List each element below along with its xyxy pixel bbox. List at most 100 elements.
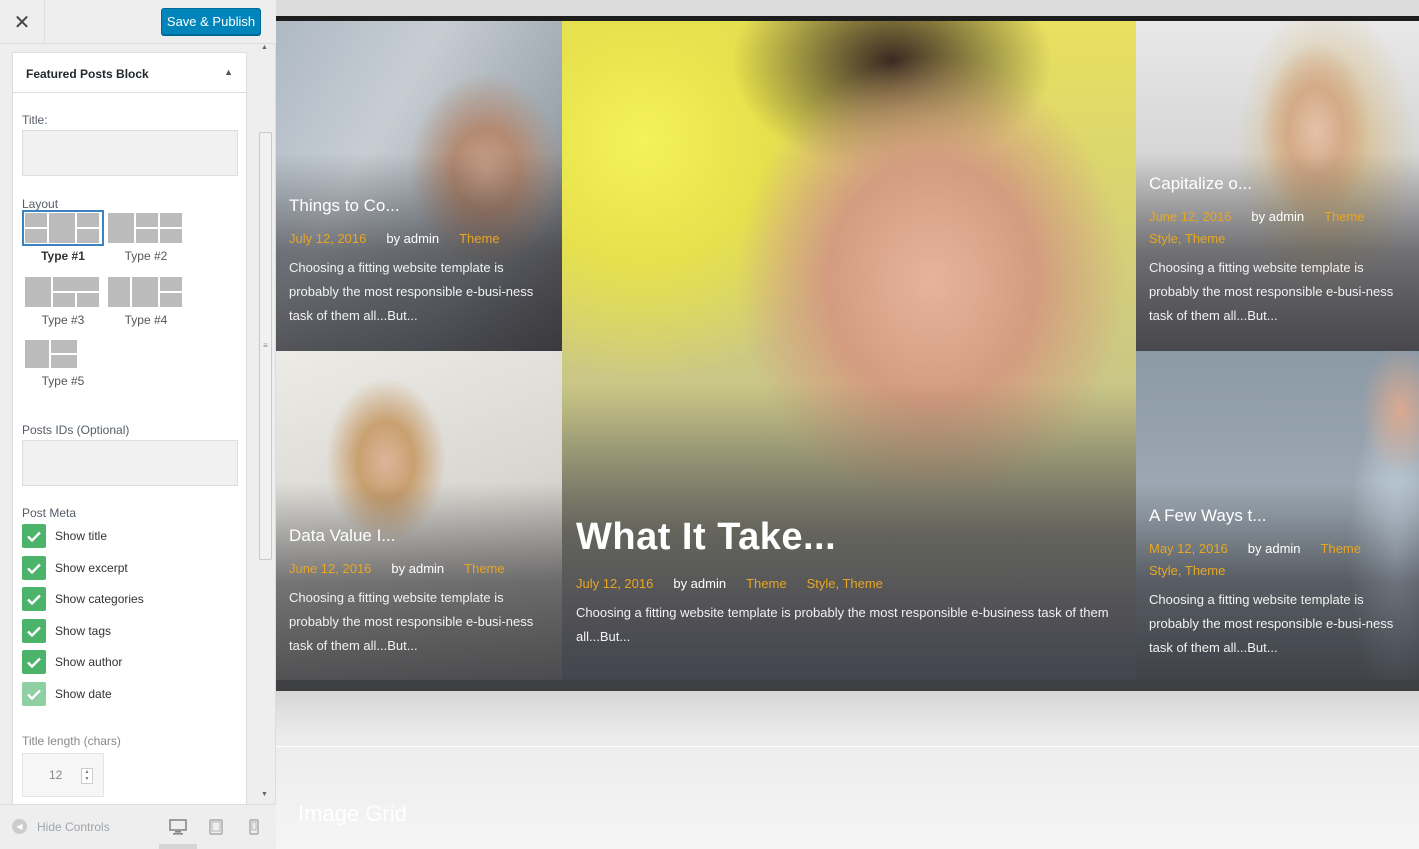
scrollbar-thumb[interactable]: ≡ xyxy=(259,132,272,560)
panel-header[interactable]: Featured Posts Block ▲ xyxy=(13,53,246,93)
post-tags[interactable]: Style, Theme xyxy=(1149,563,1225,578)
post-date[interactable]: May 12, 2016 xyxy=(1149,541,1228,556)
post-date[interactable]: June 12, 2016 xyxy=(1149,209,1231,224)
post-category[interactable]: Theme xyxy=(464,561,504,576)
show-categories-checkbox[interactable]: Show categories xyxy=(22,587,144,611)
post-date[interactable]: June 12, 2016 xyxy=(289,561,371,576)
title-length-value: 12 xyxy=(49,768,63,782)
sidebar-scrollbar[interactable]: ▲ ≡ ▼ xyxy=(259,44,273,804)
post-title[interactable]: What It Take... xyxy=(576,516,1116,559)
post-card-4[interactable]: Capitalize o... June 12, 2016 by admin The… xyxy=(1136,21,1419,351)
post-author[interactable]: by admin xyxy=(386,231,439,246)
hide-controls-label: Hide Controls xyxy=(37,819,110,834)
section-divider xyxy=(276,746,1419,747)
post-category[interactable]: Theme xyxy=(459,231,499,246)
sidebar-footer: ◀ Hide Controls xyxy=(0,804,276,849)
layout-option-type-2[interactable]: Type #2 xyxy=(105,210,187,263)
layout-caption: Type #5 xyxy=(41,374,85,388)
section-title: Image Grid xyxy=(298,801,407,826)
device-active-indicator xyxy=(159,844,197,849)
checkbox-label: Show tags xyxy=(55,624,112,638)
grid-bottom-band xyxy=(276,680,1419,691)
checkmark-icon xyxy=(22,524,46,548)
post-category[interactable]: Theme xyxy=(1324,209,1364,224)
show-excerpt-checkbox[interactable]: Show excerpt xyxy=(22,556,128,580)
scroll-down-arrow-icon[interactable]: ▼ xyxy=(261,791,268,798)
post-tags[interactable]: Style, Theme xyxy=(1149,231,1225,246)
mobile-icon[interactable] xyxy=(249,819,259,840)
panel-title: Featured Posts Block xyxy=(26,67,149,81)
post-excerpt: Choosing a fitting website template is p… xyxy=(289,260,534,323)
featured-posts-grid: Things to Co... July 12, 2016 by admin The… xyxy=(276,21,1419,691)
layout-caption: Type #3 xyxy=(41,313,85,327)
layout-option-type-4[interactable]: Type #4 xyxy=(105,274,187,327)
post-category[interactable]: Theme xyxy=(746,576,786,591)
post-category[interactable]: Theme xyxy=(1321,541,1361,556)
close-icon[interactable]: ✕ xyxy=(0,0,45,44)
post-text: What It Take... July 12, 2016 by admin The… xyxy=(576,516,1116,649)
posts-ids-field[interactable] xyxy=(22,440,238,486)
show-author-checkbox[interactable]: Show author xyxy=(22,650,122,674)
tablet-icon[interactable] xyxy=(209,819,223,840)
post-meta: May 12, 2016 by admin Theme Style, Theme xyxy=(1149,538,1399,582)
post-date[interactable]: July 12, 2016 xyxy=(289,231,366,246)
post-author[interactable]: by admin xyxy=(391,561,444,576)
layout-option-type-1[interactable]: Type #1 xyxy=(22,210,104,263)
post-title[interactable]: Things to Co... xyxy=(289,196,542,216)
post-title[interactable]: A Few Ways t... xyxy=(1149,506,1399,526)
post-text: Capitalize o... June 12, 2016 by admin The… xyxy=(1149,174,1399,328)
spinner-arrows-icon[interactable]: ▲ ▼ xyxy=(81,768,93,784)
post-excerpt: Choosing a fitting website template is p… xyxy=(576,605,1109,644)
post-meta: June 12, 2016 by admin Theme Style, Theme xyxy=(1149,206,1399,250)
post-meta: July 12, 2016 by admin Theme xyxy=(289,228,542,250)
save-publish-button[interactable]: Save & Publish xyxy=(161,8,261,35)
checkmark-icon xyxy=(22,556,46,580)
title-field[interactable] xyxy=(22,130,238,176)
post-card-5[interactable]: A Few Ways t... May 12, 2016 by admin Them… xyxy=(1136,351,1419,681)
desktop-icon[interactable] xyxy=(169,819,187,840)
layout-option-type-5[interactable]: Type #5 xyxy=(22,337,104,388)
post-text: A Few Ways t... May 12, 2016 by admin Them… xyxy=(1149,506,1399,660)
arrow-left-circle-icon: ◀ xyxy=(12,819,27,834)
next-section: Image Grid xyxy=(276,691,1419,849)
layout-option-type-3[interactable]: Type #3 xyxy=(22,274,104,327)
post-author[interactable]: by admin xyxy=(1251,209,1304,224)
grip-icon: ≡ xyxy=(263,341,268,350)
post-card-3[interactable]: What It Take... July 12, 2016 by admin The… xyxy=(562,21,1136,681)
preview-top-strip xyxy=(276,0,1419,16)
post-tags[interactable]: Style, Theme xyxy=(807,576,883,591)
scroll-up-arrow-icon[interactable]: ▲ xyxy=(261,44,268,51)
sidebar-header: ✕ Save & Publish xyxy=(0,0,276,44)
post-text: Things to Co... July 12, 2016 by admin The… xyxy=(289,196,542,328)
title-length-input[interactable]: 12 ▲ ▼ xyxy=(22,753,104,797)
layout-type-3-icon xyxy=(22,274,104,310)
checkbox-label: Show date xyxy=(55,687,112,701)
post-excerpt: Choosing a fitting website template is p… xyxy=(1149,260,1394,323)
post-card-1[interactable]: Things to Co... July 12, 2016 by admin The… xyxy=(276,21,562,351)
post-meta: June 12, 2016 by admin Theme xyxy=(289,558,542,580)
post-author[interactable]: by admin xyxy=(673,576,726,591)
title-length-label: Title length (chars) xyxy=(22,734,121,748)
checkbox-label: Show title xyxy=(55,529,108,543)
post-author[interactable]: by admin xyxy=(1248,541,1301,556)
post-date[interactable]: July 12, 2016 xyxy=(576,576,653,591)
post-title[interactable]: Capitalize o... xyxy=(1149,174,1399,194)
posts-ids-label: Posts IDs (Optional) xyxy=(22,423,130,437)
show-tags-checkbox[interactable]: Show tags xyxy=(22,619,111,643)
layout-type-2-icon xyxy=(105,210,187,246)
post-title[interactable]: Data Value I... xyxy=(289,526,542,546)
post-meta-label: Post Meta xyxy=(22,506,77,520)
layout-label: Layout xyxy=(22,197,59,211)
post-text: Data Value I... June 12, 2016 by admin The… xyxy=(289,526,542,658)
checkmark-icon xyxy=(22,682,46,706)
controls-scroll-area[interactable]: Featured Posts Block ▲ Title: Layout Typ… xyxy=(0,44,276,804)
customizer-sidebar: ✕ Save & Publish Featured Posts Block ▲ … xyxy=(0,0,276,849)
hide-controls-button[interactable]: ◀ Hide Controls xyxy=(12,819,110,834)
post-card-2[interactable]: Data Value I... June 12, 2016 by admin The… xyxy=(276,351,562,681)
show-date-checkbox[interactable]: Show date xyxy=(22,682,112,706)
collapse-arrow-icon[interactable]: ▲ xyxy=(224,67,233,77)
layout-caption: Type #2 xyxy=(124,249,168,263)
checkbox-label: Show categories xyxy=(55,592,144,606)
show-title-checkbox[interactable]: Show title xyxy=(22,524,107,548)
layout-caption: Type #1 xyxy=(41,249,85,263)
